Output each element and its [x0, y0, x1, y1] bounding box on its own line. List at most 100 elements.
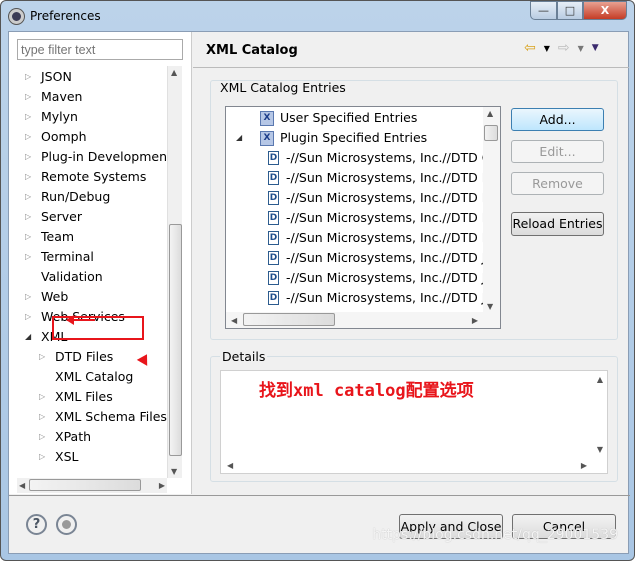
scroll-thumb[interactable] [169, 224, 182, 456]
entries-vertical-scrollbar[interactable]: ▲ ▼ [483, 107, 500, 313]
reload-entries-button[interactable]: Reload Entries [511, 212, 604, 236]
tree-item-label: JSON [41, 69, 72, 84]
tree-item[interactable]: XML Catalog [39, 367, 133, 387]
catalog-entry[interactable]: D -//Sun Microsystems, Inc.//DTD E [268, 168, 490, 188]
expander-icon[interactable]: ▷ [39, 387, 51, 407]
back-arrow-icon[interactable]: ⇦ [524, 40, 536, 56]
dtd-icon: D [268, 251, 279, 265]
expander-icon[interactable]: ▷ [25, 227, 37, 247]
expander-icon[interactable]: ▷ [25, 287, 37, 307]
close-button[interactable]: X [583, 1, 627, 20]
expander-icon[interactable]: ▷ [25, 147, 37, 167]
tree-horizontal-scrollbar[interactable]: ◀ ▶ [17, 478, 167, 493]
tree-item[interactable]: ▷ Run/Debug [25, 187, 110, 207]
tree-item[interactable]: ▷ Mylyn [25, 107, 78, 127]
dtd-icon: D [268, 231, 279, 245]
expander-icon[interactable]: ◢ [25, 327, 37, 347]
catalog-entry[interactable]: D -//Sun Microsystems, Inc.//DTD C [268, 148, 490, 168]
catalog-entry-label: Plugin Specified Entries [280, 130, 428, 145]
catalog-entry[interactable]: D -//Sun Microsystems, Inc.//DTD J2 [268, 268, 493, 288]
tree-item[interactable]: ▷ DTD Files [39, 347, 113, 367]
filter-input[interactable] [17, 39, 183, 60]
tree-vertical-scrollbar[interactable]: ▲ ▼ [167, 66, 182, 478]
expander-icon[interactable]: ▷ [39, 347, 51, 367]
catalog-entry[interactable]: D -//Sun Microsystems, Inc.//DTD Fa [268, 208, 495, 228]
tree-item[interactable]: ▷ Oomph [25, 127, 87, 147]
tree-item[interactable]: ▷ XML Files [39, 387, 113, 407]
catalog-entry-label: -//Sun Microsystems, Inc.//DTD E [286, 170, 490, 185]
catalog-entry-label: -//Sun Microsystems, Inc.//DTD J2 [286, 290, 494, 305]
expander-icon[interactable]: ▷ [25, 127, 37, 147]
expander-icon[interactable]: ▷ [25, 307, 37, 327]
catalog-entry-label: User Specified Entries [280, 110, 418, 125]
expander-icon[interactable]: ▷ [25, 167, 37, 187]
expander-icon[interactable]: ▷ [25, 87, 37, 107]
tree-item[interactable]: ▷ Web [25, 287, 68, 307]
expander-icon[interactable]: ▷ [39, 427, 51, 447]
tree-item-label: Mylyn [41, 109, 78, 124]
expander-icon[interactable]: ◢ [236, 128, 248, 148]
tree-item-label: Server [41, 209, 82, 224]
edit-button[interactable]: Edit... [511, 140, 604, 163]
watermark: https://blog.csdn.net/qq_29001539 [372, 527, 618, 543]
tree-item[interactable]: ▷ Maven [25, 87, 82, 107]
catalog-entry[interactable]: D -//Sun Microsystems, Inc.//DTD J2 [268, 248, 493, 268]
tree-item-label: Web [41, 289, 69, 304]
tree-item[interactable]: ▷ XPath [39, 427, 91, 447]
forward-arrow-icon[interactable]: ⇨ [558, 40, 570, 56]
forward-dropdown-icon[interactable]: ▼ [578, 44, 584, 53]
tree-item-label: Terminal [41, 249, 94, 264]
tree-item-label: XML Catalog [55, 369, 134, 384]
tree-item[interactable]: ▷ XSL [39, 447, 78, 467]
expander-icon[interactable]: ▷ [39, 447, 51, 467]
back-dropdown-icon[interactable]: ▼ [544, 44, 550, 53]
expander-icon[interactable]: ▷ [25, 247, 37, 267]
catalog-entry[interactable]: D -//Sun Microsystems, Inc.//DTD E [268, 188, 490, 208]
dialog-body: ▷ JSON ▷ Maven ▷ Mylyn ▷ Oomph ▷ Plug-in Developm… [8, 31, 630, 554]
catalog-entry-label: -//Sun Microsystems, Inc.//DTD Fa [286, 230, 496, 245]
catalog-entry[interactable]: D -//Sun Microsystems, Inc.//DTD Fa [268, 228, 495, 248]
remove-button[interactable]: Remove [511, 172, 604, 195]
expander-icon[interactable]: ▷ [39, 407, 51, 427]
tree-item-label: Run/Debug [41, 189, 111, 204]
tree-item[interactable]: ▷ XML Schema Files [39, 407, 167, 427]
catalog-entry[interactable]: D -//Sun Microsystems, Inc.//DTD J2 [268, 288, 493, 308]
expander-icon[interactable]: ▷ [25, 207, 37, 227]
title-bar: Preferences [9, 7, 101, 25]
tree-item-label: Maven [41, 89, 83, 104]
tree-item[interactable]: ▷ Plug-in Development [25, 147, 167, 167]
catalog-icon: X [260, 130, 274, 146]
view-menu-icon[interactable]: ▼ [592, 43, 599, 53]
tree-item[interactable]: ▷ Team [25, 227, 74, 247]
tree-item[interactable]: ▷ Server [25, 207, 82, 227]
tree-item-label: Oomph [41, 129, 87, 144]
catalog-entry[interactable]: X User Specified Entries [236, 108, 417, 128]
preferences-gear-icon [9, 8, 24, 24]
tree-item-label: Validation [41, 269, 103, 284]
dtd-icon: D [268, 211, 279, 225]
add-button[interactable]: Add... [511, 108, 604, 131]
tree-item-label: XML Files [55, 389, 113, 404]
expander-icon[interactable]: ▷ [25, 187, 37, 207]
minimize-button[interactable]: — [530, 1, 557, 20]
tree-item-label: Plug-in Development [41, 149, 167, 164]
maximize-button[interactable]: □ [557, 1, 583, 20]
catalog-entries-label: XML Catalog Entries [220, 80, 346, 95]
tree-item[interactable]: ▷ Terminal [25, 247, 94, 267]
dtd-icon: D [268, 171, 279, 185]
tree-item[interactable]: ▷ Remote Systems [25, 167, 146, 187]
details-text-area[interactable]: 找到xml catalog配置选项 ▲ ▼ ◀ ▶ [220, 370, 608, 474]
catalog-entry-label: -//Sun Microsystems, Inc.//DTD E [286, 190, 490, 205]
help-icon[interactable]: ? [26, 514, 47, 535]
entries-horizontal-scrollbar[interactable]: ◀ ▶ [226, 312, 500, 328]
catalog-entry[interactable]: ◢ X Plugin Specified Entries [236, 128, 427, 148]
preference-tree: ▷ JSON ▷ Maven ▷ Mylyn ▷ Oomph ▷ Plug-in Developm… [17, 66, 167, 476]
expander-icon[interactable]: ▷ [25, 107, 37, 127]
expander-icon[interactable]: ▷ [25, 67, 37, 87]
tree-item[interactable]: Validation [25, 267, 103, 287]
catalog-entry-label: -//Sun Microsystems, Inc.//DTD Fa [286, 210, 496, 225]
tree-item[interactable]: ▷ JSON [25, 67, 72, 87]
tree-item-label: DTD Files [55, 349, 114, 364]
record-icon[interactable] [56, 514, 77, 535]
tree-item-label: XPath [55, 429, 92, 444]
